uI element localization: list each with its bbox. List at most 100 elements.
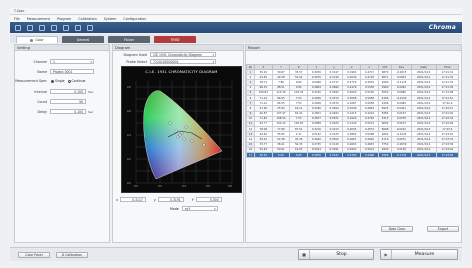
interval-label: Interval — [34, 89, 47, 94]
tab-color[interactable]: Color — [16, 36, 58, 43]
interval-field[interactable]: 0.100 — [50, 89, 86, 94]
table-cell: -0.1731 — [391, 151, 412, 159]
measure-button[interactable]: ▶ Measure — [380, 249, 458, 260]
stop-label: Stop — [336, 252, 347, 257]
report-rows: 1 30.10 30.87 33.57 0.3070 0.3147 0.1963 0.4717… — [246, 68, 460, 159]
probe-label: Probe Select — [126, 59, 147, 64]
x-value-field: 0.3117 — [119, 197, 146, 202]
table-cell: 5.83 — [289, 151, 309, 159]
tab-label: Color — [35, 38, 44, 42]
delay-row: Delay 0.100 Sec — [20, 109, 93, 114]
delay-unit: Sec — [88, 109, 94, 114]
cie-plot: 0.0 0.2 0.4 0.6 0.8 0.0 0.2 0.4 0.6 0.8 — [127, 81, 232, 188]
brand-logo: Chroma — [428, 24, 456, 31]
table-cell: 0.3147 — [324, 151, 344, 159]
export-button[interactable]: Export — [427, 226, 459, 232]
count-label: Count — [37, 99, 47, 104]
diagram-type-select[interactable]: CIE 1931 Chromaticity Diagram — [150, 52, 216, 57]
cie-chromaticity-diagram: C.I.E. 1931 CHROMATICITY DIAGRAM 0.0 0.2… — [121, 66, 242, 193]
stop-button[interactable]: ■ Stop — [298, 249, 374, 260]
new-icon[interactable] — [15, 24, 21, 31]
y-label: y — [153, 197, 156, 202]
mode-select[interactable]: xyY — [181, 206, 218, 211]
single-label: Single — [55, 79, 65, 83]
channel-select[interactable]: 1 — [50, 59, 94, 64]
diagram-type-row: Diagram Used CIE 1931 Chromaticity Diagr… — [112, 52, 216, 57]
count-field[interactable]: 50 — [50, 99, 86, 104]
probe-select[interactable]: 7120100000001 — [150, 59, 216, 64]
menu-system[interactable]: System — [104, 17, 117, 21]
data-clear-button[interactable]: Data Clear — [381, 226, 413, 232]
table-cell: 5.00 — [271, 151, 291, 159]
tab-label: TRISE — [170, 37, 180, 42]
report-table: No X Y Z x y u' v' CCT Duv Date Time 1 30… — [246, 64, 460, 159]
name-field[interactable]: Project 0001 — [50, 69, 94, 74]
continue-label: Continue — [71, 79, 86, 83]
toolbar: Chroma — [10, 22, 462, 33]
table-cell: 17 — [246, 151, 255, 159]
spectral-locus — [143, 90, 223, 180]
interval-unit: Sec — [88, 89, 94, 94]
table-cell: 0.3070 — [307, 151, 326, 159]
title-bar: T-Spec — [10, 8, 462, 15]
count-row: Count 50 — [20, 99, 86, 104]
color-icon — [30, 38, 34, 42]
color-panel-button[interactable]: Color Panel — [18, 252, 50, 258]
xyY-readout: x 0.3117 y 0.3191 Y 5.000 — [116, 197, 222, 202]
tab-general[interactable]: General — [62, 36, 104, 43]
tab-label: General — [76, 37, 90, 42]
diagram-type-label: Diagram Used — [123, 52, 147, 57]
export-icon[interactable] — [87, 24, 93, 31]
window-title: T-Spec — [14, 9, 25, 13]
menu-program[interactable]: Program — [57, 17, 71, 21]
menu-configuration[interactable]: Configuration — [123, 17, 146, 21]
svg-text:0.6: 0.6 — [127, 110, 131, 113]
delay-field[interactable]: 0.100 — [50, 109, 86, 114]
table-cell: 30.54 — [253, 151, 273, 159]
print-icon[interactable] — [63, 24, 69, 31]
mode-tabs: Color General Flicker TRISE — [10, 34, 462, 43]
svg-text:0.0: 0.0 — [134, 185, 138, 188]
calibration-button[interactable]: D Calibration — [56, 252, 88, 258]
save-icon[interactable] — [39, 24, 45, 31]
measure-label: Measure — [414, 252, 435, 257]
svg-text:0.8: 0.8 — [228, 185, 232, 188]
play-icon: ▶ — [381, 250, 392, 259]
svg-text:0.2: 0.2 — [158, 185, 162, 188]
menu-measurement[interactable]: Measurement — [27, 17, 50, 21]
table-cell: 2560 — [377, 151, 393, 159]
table-cell: 17:23:50 — [435, 151, 460, 159]
continue-radio[interactable] — [67, 79, 71, 83]
svg-text:0.4: 0.4 — [182, 185, 186, 188]
svg-text:0.6: 0.6 — [206, 185, 210, 188]
Y-value-field: 5.000 — [195, 197, 222, 202]
open-icon[interactable] — [27, 24, 33, 31]
spec-label: Measurement Spec — [15, 79, 47, 83]
table-row[interactable]: 17 30.54 5.00 5.83 0.3070 0.3147 0.4760 0.4466 2… — [246, 151, 460, 159]
stop-icon: ■ — [299, 250, 310, 259]
channel-row: Channel 1 — [20, 59, 94, 64]
tab-trise[interactable]: TRISE — [154, 36, 196, 43]
svg-text:0.8: 0.8 — [127, 86, 131, 89]
probe-row: Probe Select 7120100000001 — [112, 59, 216, 64]
x-label: x — [116, 197, 118, 202]
y-value-field: 0.3191 — [157, 197, 184, 202]
mode-label: Mode — [170, 206, 179, 211]
tab-flicker[interactable]: Flicker — [108, 36, 150, 43]
setting-header: Setting — [15, 45, 109, 51]
menu-bar: File Measurement Program Calibration Sys… — [10, 15, 462, 22]
Y-label: Y — [191, 197, 194, 202]
name-label: Name — [37, 69, 47, 74]
channel-label: Channel — [33, 59, 47, 64]
menu-file[interactable]: File — [14, 17, 20, 21]
interval-row: Interval 0.100 Sec — [20, 89, 93, 94]
svg-text:0.2: 0.2 — [127, 158, 131, 161]
menu-calibration[interactable]: Calibration — [78, 17, 96, 21]
spec-row: Measurement Spec Single Continue — [13, 79, 85, 83]
report-header: Report — [246, 45, 461, 51]
chart-icon[interactable] — [75, 24, 81, 31]
settings-icon[interactable] — [51, 24, 57, 31]
single-radio[interactable] — [51, 79, 54, 83]
svg-text:0.4: 0.4 — [127, 134, 131, 137]
mode-row: Mode xyY — [170, 206, 218, 211]
